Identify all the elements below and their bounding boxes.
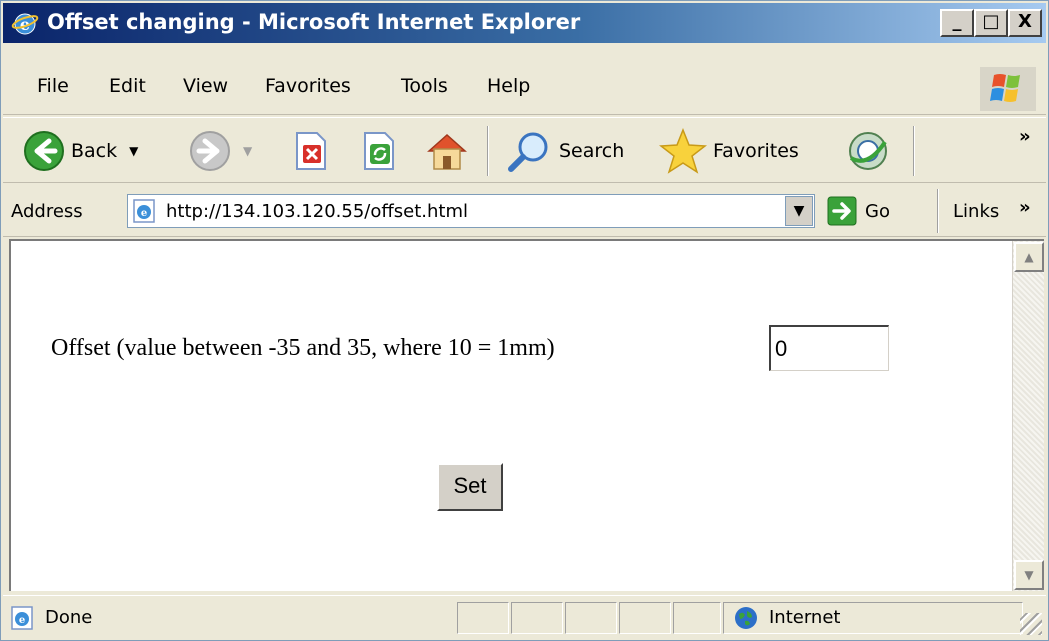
standard-toolbar: Back ▼ ▼ Search Favorites » bbox=[3, 117, 1046, 183]
menu-help[interactable]: Help bbox=[487, 75, 530, 97]
favorites-star-icon bbox=[659, 128, 707, 174]
page-ie-icon: e bbox=[133, 199, 155, 223]
offset-input[interactable] bbox=[769, 325, 889, 371]
toolbar-more-chevron-icon[interactable]: » bbox=[1019, 126, 1031, 147]
toolbar-separator bbox=[913, 126, 915, 176]
status-pane bbox=[457, 602, 509, 634]
address-label: Address bbox=[11, 201, 83, 222]
search-button[interactable]: Search bbox=[503, 128, 624, 174]
address-input[interactable]: e http://134.103.120.55/offset.html ▼ bbox=[127, 194, 815, 228]
search-label: Search bbox=[559, 140, 625, 162]
go-arrow-icon bbox=[827, 196, 857, 226]
status-pane bbox=[619, 602, 671, 634]
title-bar: e Offset changing - Microsoft Internet E… bbox=[3, 3, 1046, 43]
close-button[interactable]: X bbox=[1008, 9, 1042, 37]
menu-favorites[interactable]: Favorites bbox=[265, 75, 351, 97]
favorites-label: Favorites bbox=[713, 140, 799, 162]
search-icon bbox=[508, 132, 548, 172]
status-pane bbox=[565, 602, 617, 634]
stop-button[interactable] bbox=[293, 128, 329, 174]
forward-arrow-icon bbox=[190, 131, 230, 171]
links-more-chevron-icon[interactable]: » bbox=[1019, 197, 1031, 218]
refresh-button[interactable] bbox=[361, 128, 397, 174]
home-button[interactable] bbox=[423, 128, 471, 174]
vertical-scrollbar[interactable]: ▲ ▼ bbox=[1012, 241, 1044, 591]
media-button[interactable] bbox=[845, 128, 891, 174]
offset-label: Offset (value between -35 and 35, where … bbox=[51, 335, 555, 361]
resize-grip-icon[interactable] bbox=[1020, 613, 1042, 635]
browser-window: e Offset changing - Microsoft Internet E… bbox=[0, 0, 1049, 641]
address-bar: Address e http://134.103.120.55/offset.h… bbox=[3, 185, 1046, 237]
internet-explorer-icon: e bbox=[11, 13, 39, 35]
windows-logo-icon bbox=[980, 67, 1036, 111]
svg-text:e: e bbox=[141, 208, 147, 219]
menu-file[interactable]: File bbox=[37, 75, 69, 97]
home-icon bbox=[427, 133, 467, 170]
set-button[interactable]: Set bbox=[437, 463, 503, 511]
go-button[interactable]: Go bbox=[827, 195, 890, 227]
back-arrow-icon bbox=[24, 131, 64, 171]
menu-bar: File Edit View Favorites Tools Help bbox=[3, 63, 1046, 115]
media-icon bbox=[849, 132, 887, 170]
forward-button[interactable]: ▼ bbox=[189, 128, 252, 174]
back-dropdown-icon[interactable]: ▼ bbox=[129, 144, 138, 158]
refresh-icon bbox=[364, 132, 394, 170]
forward-dropdown-icon[interactable]: ▼ bbox=[243, 144, 252, 158]
status-pane bbox=[511, 602, 563, 634]
minimize-button[interactable]: _ bbox=[940, 9, 974, 37]
favorites-button[interactable]: Favorites bbox=[659, 128, 799, 174]
zone-text: Internet bbox=[769, 607, 841, 628]
toolbar-separator bbox=[487, 126, 489, 176]
back-button[interactable]: Back ▼ bbox=[23, 128, 138, 174]
stop-icon bbox=[296, 132, 326, 170]
status-pane bbox=[673, 602, 721, 634]
scroll-up-icon[interactable]: ▲ bbox=[1014, 242, 1044, 272]
page-status-icon: e bbox=[11, 606, 33, 630]
links-label[interactable]: Links bbox=[953, 201, 999, 222]
zone-pane bbox=[723, 602, 1023, 634]
scroll-down-icon[interactable]: ▼ bbox=[1014, 560, 1044, 590]
address-separator bbox=[937, 189, 939, 233]
svg-text:e: e bbox=[19, 615, 25, 626]
go-label: Go bbox=[865, 200, 890, 222]
internet-globe-icon bbox=[735, 607, 757, 629]
menu-edit[interactable]: Edit bbox=[109, 75, 146, 97]
status-bar: e Done Internet bbox=[3, 595, 1046, 639]
address-url: http://134.103.120.55/offset.html bbox=[166, 201, 468, 222]
window-title: Offset changing - Microsoft Internet Exp… bbox=[47, 10, 581, 34]
maximize-button[interactable]: □ bbox=[974, 9, 1008, 37]
menu-view[interactable]: View bbox=[183, 75, 228, 97]
address-dropdown-icon[interactable]: ▼ bbox=[785, 196, 813, 226]
menu-tools[interactable]: Tools bbox=[401, 75, 448, 97]
status-text: Done bbox=[45, 607, 93, 628]
back-label: Back bbox=[71, 140, 118, 162]
page-content: Offset (value between -35 and 35, where … bbox=[9, 239, 1044, 591]
